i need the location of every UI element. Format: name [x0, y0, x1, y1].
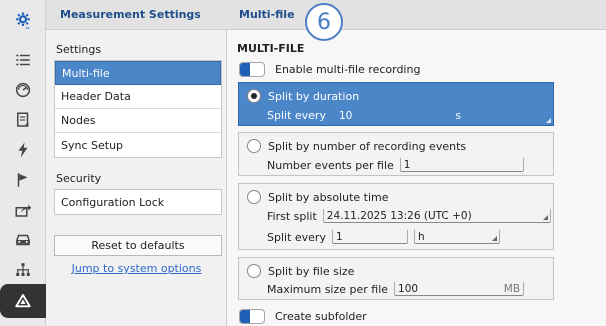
split-size-row: Maximum size per file 100 MB — [267, 282, 525, 296]
main-panel: Multi-file 6 MULTI-FILE Enable multi-fil… — [227, 0, 606, 326]
split-events-head[interactable]: Split by number of recording events — [247, 139, 466, 153]
split-events-radio[interactable] — [247, 139, 261, 153]
max-size-unit: MB — [503, 283, 521, 295]
split-time-head[interactable]: Split by absolute time — [247, 190, 389, 204]
list-icon[interactable] — [0, 44, 46, 76]
nav-item-configuration-lock[interactable]: Configuration Lock — [55, 190, 221, 214]
nav-item-multi-file[interactable]: Multi-file — [55, 61, 221, 85]
jump-system-options-link[interactable]: Jump to system options — [46, 262, 227, 275]
security-list: Configuration Lock — [54, 189, 222, 215]
events-per-file-label: Number events per file — [267, 159, 394, 172]
reset-defaults-button[interactable]: Reset to defaults — [54, 235, 222, 256]
time-split-every-row: Split every 1 h — [267, 230, 500, 244]
dropdown-arrow-icon — [491, 236, 497, 241]
dropdown-arrow-icon — [542, 215, 548, 220]
time-unit-dropdown[interactable]: h — [413, 230, 500, 244]
max-size-label: Maximum size per file — [267, 283, 389, 296]
split-time-option[interactable]: Split by absolute time First split 24.11… — [238, 183, 554, 250]
security-section-label: Security — [56, 172, 102, 185]
split-events-row: Number events per file 1 — [267, 158, 524, 172]
split-time-label: Split by absolute time — [268, 190, 389, 204]
time-unit-value: h — [417, 231, 425, 243]
split-every-label: Split every — [267, 109, 326, 122]
create-subfolder-toggle[interactable] — [239, 308, 265, 324]
split-events-label: Split by number of recording events — [268, 139, 467, 153]
nav-item-header-data[interactable]: Header Data — [55, 85, 221, 109]
svg-text:▸▸: ▸▸ — [26, 26, 30, 29]
icon-rail: ▸▸ — [0, 0, 46, 326]
events-per-file-value: 1 — [403, 159, 411, 171]
gauge-icon[interactable] — [0, 74, 46, 106]
first-split-value: 24.11.2025 13:26 (UTC +0) — [326, 210, 472, 222]
split-size-head[interactable]: Split by file size — [247, 264, 354, 278]
lightning-icon[interactable] — [0, 134, 46, 166]
split-events-option[interactable]: Split by number of recording events Numb… — [238, 132, 554, 176]
nav-item-nodes[interactable]: Nodes — [55, 109, 221, 133]
network-icon[interactable] — [0, 254, 46, 286]
split-every-input[interactable]: 10 s — [336, 108, 464, 122]
enable-multifile-toggle[interactable] — [239, 61, 265, 77]
settings-nav: Measurement Settings Settings Multi-file… — [46, 0, 227, 326]
car-icon[interactable] — [0, 224, 46, 256]
enable-multifile-label: Enable multi-file recording — [275, 62, 421, 76]
split-size-radio[interactable] — [247, 264, 261, 278]
page-title: Multi-file — [227, 0, 606, 30]
document-icon[interactable] — [0, 104, 46, 136]
split-duration-row: Split every 10 s — [267, 108, 464, 122]
split-every-unit: s — [455, 110, 461, 122]
first-split-label: First split — [267, 210, 317, 223]
max-size-input[interactable]: 100 MB — [394, 282, 525, 296]
create-subfolder-label: Create subfolder — [275, 309, 367, 323]
nav-title: Measurement Settings — [46, 0, 227, 30]
split-duration-label: Split by duration — [268, 89, 360, 103]
split-duration-head[interactable]: Split by duration — [247, 89, 359, 103]
nav-item-sync-setup[interactable]: Sync Setup — [55, 133, 221, 157]
section-title: MULTI-FILE — [237, 42, 305, 55]
max-size-value: 100 — [398, 283, 419, 295]
settings-section-label: Settings — [56, 43, 102, 56]
split-duration-option[interactable]: Split by duration Split every 10 s — [238, 82, 554, 126]
settings-list: Multi-file Header Data Nodes Sync Setup — [54, 60, 222, 158]
split-size-option[interactable]: Split by file size Maximum size per file… — [238, 257, 554, 300]
first-split-dropdown[interactable]: 24.11.2025 13:26 (UTC +0) — [322, 209, 551, 223]
export-icon[interactable] — [0, 194, 46, 226]
flag-icon[interactable] — [0, 164, 46, 196]
resize-handle — [546, 118, 551, 123]
time-split-every-input[interactable]: 1 — [331, 230, 408, 244]
split-size-label: Split by file size — [268, 264, 355, 278]
first-split-row: First split 24.11.2025 13:26 (UTC +0) — [267, 209, 551, 223]
alert-triangle-icon[interactable] — [0, 284, 46, 318]
split-every-value: 10 — [338, 110, 353, 122]
split-duration-radio[interactable] — [247, 89, 261, 103]
events-per-file-input[interactable]: 1 — [399, 158, 524, 172]
enable-multifile-row[interactable]: Enable multi-file recording — [239, 61, 420, 77]
settings-gear-icon[interactable]: ▸▸ — [0, 0, 46, 40]
time-split-every-value: 1 — [335, 231, 343, 243]
create-subfolder-row[interactable]: Create subfolder — [239, 308, 367, 324]
time-split-every-label: Split every — [267, 231, 326, 244]
split-time-radio[interactable] — [247, 190, 261, 204]
step-badge: 6 — [305, 3, 343, 41]
